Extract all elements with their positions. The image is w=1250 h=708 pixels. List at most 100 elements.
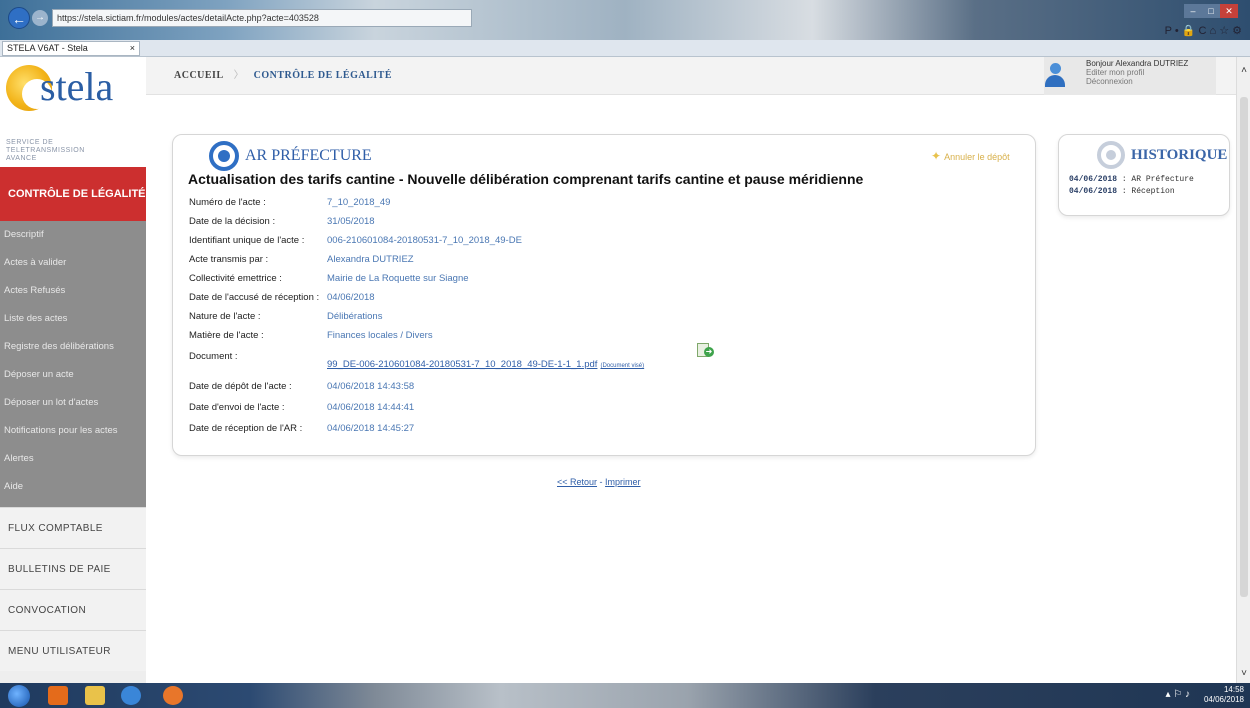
breadcrumb-separator: 〉 — [233, 70, 244, 81]
close-icon[interactable]: ✕ — [1220, 4, 1238, 18]
target-icon — [209, 141, 239, 171]
history-date: 04/06/2018 — [1069, 175, 1118, 184]
sidebar-item-aide[interactable]: Aide — [0, 473, 146, 501]
file-explorer-icon[interactable] — [85, 686, 105, 705]
page-header: ACCUEIL 〉 CONTRÔLE DE LÉGALITÉ Bonjour Ale… — [146, 57, 1236, 95]
cancel-deposit-link[interactable]: ✦ Annuler le dépôt — [931, 149, 1010, 163]
window-controls: – □ ✕ — [1184, 1, 1242, 18]
document-label: Document : — [189, 351, 238, 362]
maximize-icon[interactable]: □ — [1202, 4, 1220, 18]
tab-title: STELA V6AT - Stela — [7, 43, 88, 53]
field-label: Date de l'accusé de réception : — [189, 292, 320, 303]
edit-profile-link[interactable]: Editer mon profil — [1086, 68, 1188, 77]
field-value: Mairie de La Roquette sur Siagne — [327, 273, 469, 284]
logout-link[interactable]: Déconnexion — [1086, 77, 1188, 86]
sidebar-item-registre[interactable]: Registre des délibérations — [0, 333, 146, 361]
sidebar-item-deposer-lot[interactable]: Déposer un lot d'actes — [0, 389, 146, 417]
field-value: 7_10_2018_49 — [327, 197, 391, 208]
history-entry: 04/06/2018 : Réception — [1069, 187, 1175, 196]
field-label: Numéro de l'acte : — [189, 197, 266, 208]
sidebar-item-menu-utilisateur[interactable]: MENU UTILISATEUR — [0, 630, 146, 671]
date-label: Date de réception de l'AR : — [189, 423, 303, 434]
windows-taskbar: ▴ ⚐ ♪ 14:58 04/06/2018 — [0, 683, 1250, 708]
sidebar-item-alertes[interactable]: Alertes — [0, 445, 146, 473]
tab-close-icon[interactable]: × — [130, 42, 135, 55]
history-date: 04/06/2018 — [1069, 187, 1118, 196]
firefox-icon[interactable] — [163, 686, 183, 705]
back-link[interactable]: << Retour — [557, 477, 597, 487]
breadcrumb-home[interactable]: ACCUEIL — [174, 70, 224, 81]
date-value: 04/06/2018 14:45:27 — [327, 423, 415, 434]
sidebar-item-descriptif[interactable]: Descriptif — [0, 221, 146, 249]
logo-area[interactable]: stela SERVICE DE TELETRANSMISSION AVANCE — [0, 57, 146, 167]
date-value: 04/06/2018 14:43:58 — [327, 381, 415, 392]
document-value: 99_DE-006-210601084-20180531-7_10_2018_4… — [327, 357, 644, 374]
acte-detail-card: AR PRÉFECTURE ✦ Annuler le dépôt Actualis… — [172, 134, 1036, 456]
field-label: Collectivité emettrice : — [189, 273, 282, 284]
sidebar-item-flux-comptable[interactable]: FLUX COMPTABLE — [0, 507, 146, 548]
cancel-icon: ✦ — [931, 149, 942, 163]
start-button-icon[interactable] — [8, 685, 30, 707]
field-value: 04/06/2018 — [327, 292, 375, 303]
vertical-scrollbar[interactable]: ˄ ˅ — [1236, 57, 1250, 683]
field-value: Finances locales / Divers — [327, 330, 433, 341]
sidebar-item-bulletins-paie[interactable]: BULLETINS DE PAIE — [0, 548, 146, 589]
scroll-down-icon[interactable]: ˅ — [1237, 668, 1250, 679]
tray-icons[interactable]: ▴ ⚐ ♪ — [1165, 689, 1190, 700]
sidebar-item-convocation[interactable]: CONVOCATION — [0, 589, 146, 630]
back-arrow-icon[interactable]: ← — [8, 7, 30, 29]
history-entry: 04/06/2018 : AR Préfecture — [1069, 175, 1194, 184]
forward-arrow-icon[interactable]: → — [32, 10, 48, 26]
sidebar-item-liste-actes[interactable]: Liste des actes — [0, 305, 146, 333]
browser-tab[interactable]: STELA V6AT - Stela × — [2, 41, 140, 56]
history-event: : Réception — [1117, 187, 1175, 196]
clock-date: 04/06/2018 — [1203, 695, 1244, 704]
tab-bar: STELA V6AT - Stela × — [0, 40, 1250, 57]
target-icon — [1097, 141, 1125, 169]
system-clock[interactable]: 14:58 04/06/2018 — [1204, 685, 1244, 705]
breadcrumb-current[interactable]: CONTRÔLE DE LÉGALITÉ — [254, 70, 392, 81]
browser-titlebar: ← → https://stela.sictiam.fr/modules/act… — [0, 0, 1250, 40]
internet-explorer-icon[interactable] — [121, 686, 141, 705]
sidebar: stela SERVICE DE TELETRANSMISSION AVANCE… — [0, 57, 146, 683]
field-label: Matière de l'acte : — [189, 330, 264, 341]
sidebar-item-actes-refuses[interactable]: Actes Refusés — [0, 277, 146, 305]
field-label: Nature de l'acte : — [189, 311, 261, 322]
media-player-icon[interactable] — [48, 686, 68, 705]
scroll-thumb[interactable] — [1240, 97, 1248, 597]
scroll-up-icon[interactable]: ˄ — [1237, 65, 1250, 76]
browser-toolbar-icons[interactable]: P • 🔒 C ⌂ ☆ ⚙ — [1165, 24, 1242, 37]
document-link[interactable]: 99_DE-006-210601084-20180531-7_10_2018_4… — [327, 359, 597, 370]
user-info: Bonjour Alexandra DUTRIEZ Editer mon pro… — [1086, 59, 1188, 86]
field-value: Délibérations — [327, 311, 383, 322]
field-label: Identifiant unique de l'acte : — [189, 235, 305, 246]
field-label: Acte transmis par : — [189, 254, 269, 265]
cancel-deposit-label: Annuler le dépôt — [944, 152, 1010, 162]
user-box: Bonjour Alexandra DUTRIEZ Editer mon pro… — [1044, 57, 1216, 95]
sidebar-item-notifications[interactable]: Notifications pour les actes — [0, 417, 146, 445]
user-greeting: Bonjour Alexandra DUTRIEZ — [1086, 59, 1189, 68]
sidebar-item-deposer-acte[interactable]: Déposer un acte — [0, 361, 146, 389]
document-vise-link[interactable]: (Document visé) — [600, 363, 644, 369]
history-event: : AR Préfecture — [1117, 175, 1194, 184]
history-title: HISTORIQUE — [1131, 147, 1228, 163]
field-label: Date de la décision : — [189, 216, 276, 227]
logo-text: stela — [40, 64, 114, 109]
download-icon[interactable]: ➜ — [697, 343, 715, 359]
field-value: 006-210601084-20180531-7_10_2018_49-DE — [327, 235, 522, 246]
minimize-icon[interactable]: – — [1184, 4, 1202, 18]
user-avatar-icon — [1044, 63, 1066, 89]
history-card: HISTORIQUE 04/06/2018 : AR Préfecture 04… — [1058, 134, 1230, 216]
date-value: 04/06/2018 14:44:41 — [327, 402, 415, 413]
breadcrumb: ACCUEIL 〉 CONTRÔLE DE LÉGALITÉ — [174, 57, 392, 95]
sidebar-menu: Descriptif Actes à valider Actes Refusés… — [0, 221, 146, 507]
print-link[interactable]: Imprimer — [605, 477, 641, 487]
sidebar-section-controle[interactable]: CONTRÔLE DE LÉGALITÉ — [0, 167, 146, 221]
address-bar[interactable]: https://stela.sictiam.fr/modules/actes/d… — [52, 9, 472, 27]
date-label: Date de dépôt de l'acte : — [189, 381, 292, 392]
clock-time: 14:58 — [1223, 685, 1244, 694]
card-title: AR PRÉFECTURE — [245, 147, 372, 164]
acte-title: Actualisation des tarifs cantine - Nouve… — [188, 171, 864, 187]
sidebar-item-actes-a-valider[interactable]: Actes à valider — [0, 249, 146, 277]
field-value: 31/05/2018 — [327, 216, 375, 227]
